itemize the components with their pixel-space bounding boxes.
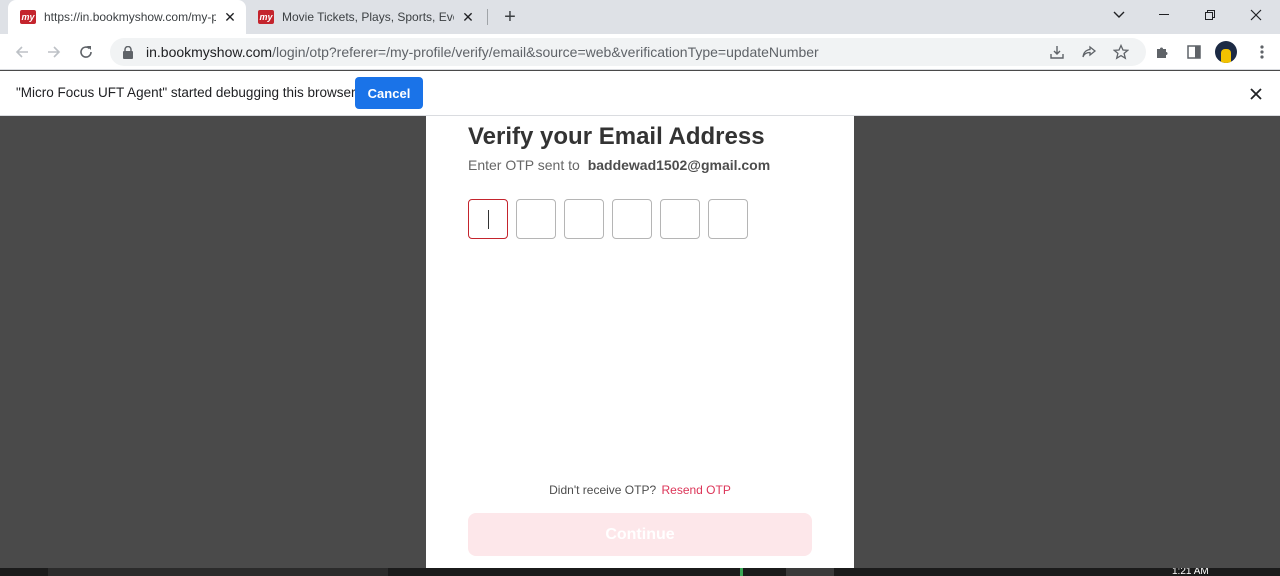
tab-title: Movie Tickets, Plays, Sports, Events	[282, 10, 454, 24]
side-panel-icon[interactable]	[1182, 40, 1206, 64]
restore-icon[interactable]	[1188, 0, 1232, 30]
window-close-icon[interactable]	[1234, 0, 1278, 30]
taskbar-indicator	[740, 568, 743, 576]
otp-instructions-prefix: Enter OTP sent to	[468, 157, 580, 173]
close-infobar-icon[interactable]	[1246, 84, 1266, 104]
otp-digit-3-input[interactable]	[564, 199, 604, 239]
lock-icon[interactable]	[122, 45, 134, 59]
resend-prompt: Didn't receive OTP?	[549, 483, 657, 497]
back-arrow-icon[interactable]	[10, 40, 34, 64]
verify-email-modal: Verify your Email Address Enter OTP sent…	[426, 116, 854, 568]
tab-movies[interactable]: my Movie Tickets, Plays, Sports, Events …	[248, 0, 484, 34]
otp-instructions: Enter OTP sent to baddewad1502@gmail.com	[468, 157, 770, 173]
url-host: in.bookmyshow.com	[146, 44, 273, 60]
infobar-message: "Micro Focus UFT Agent" started debuggin…	[16, 85, 356, 100]
bms-logo-icon: my	[258, 10, 274, 24]
browser-toolbar: in.bookmyshow.com/login/otp?referer=/my-…	[0, 34, 1280, 70]
otp-digit-6-input[interactable]	[708, 199, 748, 239]
page-title: Verify your Email Address	[468, 123, 765, 150]
share-icon[interactable]	[1080, 43, 1098, 61]
debugging-infobar: "Micro Focus UFT Agent" started debuggin…	[0, 71, 1280, 116]
otp-digit-1-input[interactable]	[468, 199, 508, 239]
text-caret	[488, 210, 489, 229]
install-icon[interactable]	[1048, 43, 1066, 61]
url-path: /login/otp?referer=/my-profile/verify/em…	[272, 44, 819, 60]
bms-logo-icon: my	[20, 10, 36, 24]
taskbar	[0, 568, 1280, 576]
address-bar[interactable]: in.bookmyshow.com/login/otp?referer=/my-…	[110, 38, 1146, 66]
forward-arrow-icon[interactable]	[42, 40, 66, 64]
resend-otp-link[interactable]: Resend OTP	[661, 483, 730, 497]
tab-strip: my https://in.bookmyshow.com/my-profile …	[0, 0, 1280, 34]
reload-icon[interactable]	[74, 40, 98, 64]
tab-divider	[487, 9, 488, 25]
otp-digit-2-input[interactable]	[516, 199, 556, 239]
taskbar-app[interactable]	[786, 568, 834, 576]
bookmark-star-icon[interactable]	[1112, 43, 1130, 61]
profile-avatar[interactable]	[1215, 41, 1237, 63]
otp-digit-4-input[interactable]	[612, 199, 652, 239]
email-address: baddewad1502@gmail.com	[587, 157, 771, 173]
close-tab-icon[interactable]: ✕	[222, 9, 238, 25]
close-tab-icon[interactable]: ✕	[460, 9, 476, 25]
url-text: in.bookmyshow.com/login/otp?referer=/my-…	[146, 44, 819, 60]
kebab-menu-icon[interactable]	[1252, 42, 1272, 62]
tab-title: https://in.bookmyshow.com/my-profile	[44, 10, 216, 24]
extensions-puzzle-icon[interactable]	[1150, 40, 1174, 64]
minimize-icon[interactable]	[1142, 0, 1186, 30]
tab-search-chevron-icon[interactable]	[1097, 0, 1141, 30]
otp-digit-5-input[interactable]	[660, 199, 700, 239]
taskbar-clock: 1:21 AM	[1172, 568, 1209, 576]
cancel-debugging-button[interactable]: Cancel	[355, 77, 423, 109]
resend-row: Didn't receive OTP? Resend OTP	[426, 483, 854, 497]
new-tab-plus-icon[interactable]: +	[498, 5, 522, 29]
tab-profile[interactable]: my https://in.bookmyshow.com/my-profile …	[8, 0, 246, 34]
continue-button[interactable]: Continue	[468, 513, 812, 556]
taskbar-search[interactable]	[48, 568, 388, 576]
